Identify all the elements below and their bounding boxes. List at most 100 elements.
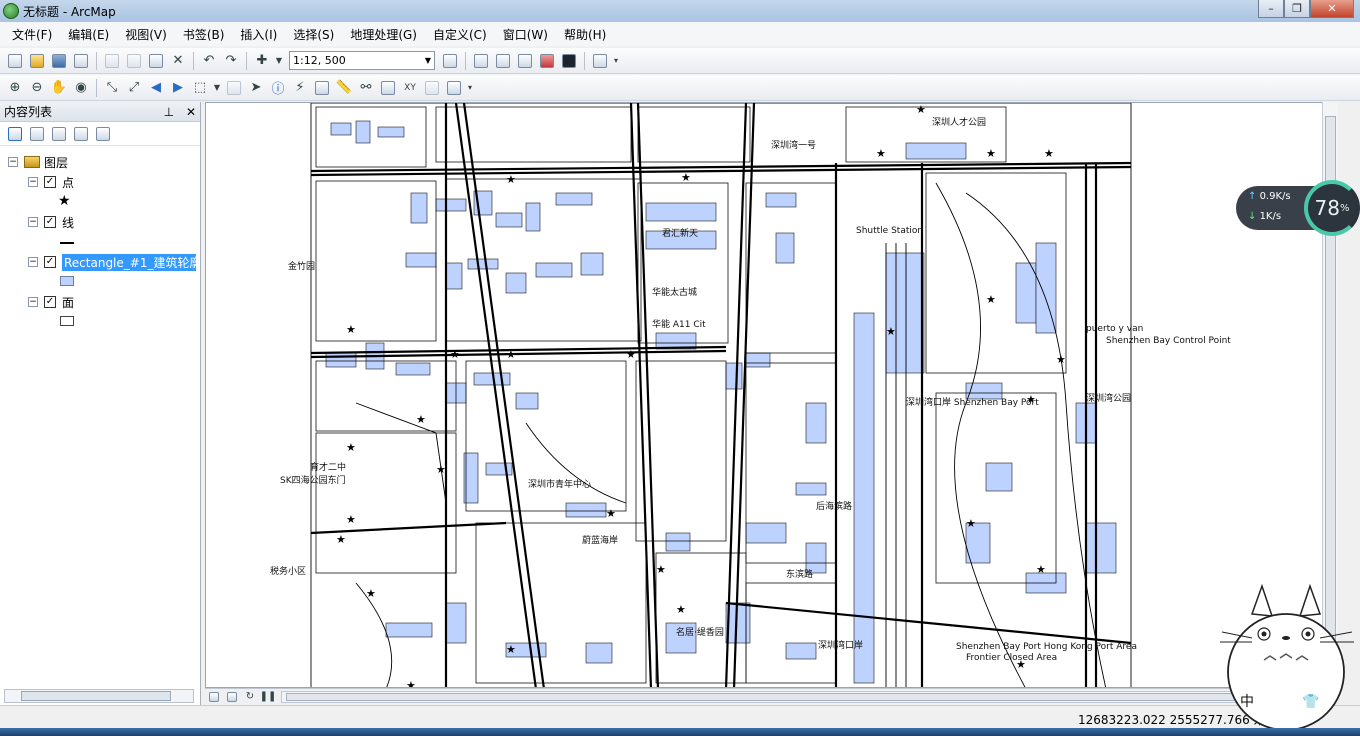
layout-view-icon[interactable]	[224, 690, 240, 704]
fixed-zoom-in-icon[interactable]: ⤡	[102, 78, 122, 98]
select-features-icon[interactable]: ⬚	[190, 78, 210, 98]
undo-icon[interactable]: ↶	[199, 51, 219, 71]
menu-edit[interactable]: 编辑(E)	[60, 26, 117, 43]
editor-toolbar-icon[interactable]	[440, 51, 460, 71]
print-icon[interactable]	[71, 51, 91, 71]
toolbar-overflow-icon[interactable]: ▾	[612, 51, 620, 71]
data-view-icon[interactable]	[206, 690, 222, 704]
layer-visibility-checkbox[interactable]: ✓	[44, 296, 56, 308]
map-label: 深圳市青年中心	[528, 478, 591, 490]
menu-bookmarks[interactable]: 书签(B)	[175, 26, 233, 43]
menu-view[interactable]: 视图(V)	[117, 26, 175, 43]
map-display[interactable]: ★ ★ ★ ★ ★ ★ ★ ★ ★ ★ ★ ★ ★ ★ ★ ★ ★ ★ ★ ★ ★ ★ ★ ★ ★ ★ ★ ★ 深圳人才公…	[205, 102, 1338, 688]
close-button[interactable]: ✕	[1310, 0, 1354, 18]
copy-icon[interactable]	[124, 51, 144, 71]
map-scale-combobox[interactable]: 1:12, 500 ▼	[289, 51, 435, 70]
map-footer: ↻ ❚❚	[205, 688, 1338, 704]
minimize-button[interactable]: –	[1258, 0, 1284, 18]
time-slider-icon[interactable]	[422, 78, 442, 98]
redo-icon[interactable]: ↷	[221, 51, 241, 71]
ime-language-label[interactable]: 中	[1240, 694, 1254, 710]
menu-help[interactable]: 帮助(H)	[556, 26, 614, 43]
select-elements-arrow-icon[interactable]: ➤	[246, 78, 266, 98]
list-by-source-icon[interactable]	[27, 124, 47, 144]
menu-customize[interactable]: 自定义(C)	[425, 26, 495, 43]
list-by-selection-icon[interactable]	[71, 124, 91, 144]
paste-icon[interactable]	[146, 51, 166, 71]
modelbuilder-icon[interactable]	[590, 51, 610, 71]
catalog-window-icon[interactable]	[493, 51, 513, 71]
full-extent-globe-icon[interactable]: ◉	[71, 78, 91, 98]
menu-windows[interactable]: 窗口(W)	[495, 26, 556, 43]
layer-visibility-checkbox[interactable]: ✓	[44, 176, 56, 188]
menu-insert[interactable]: 插入(I)	[232, 26, 285, 43]
title-bar: 无标题 - ArcMap – ❐ ✕	[0, 0, 1360, 22]
menu-geoprocessing[interactable]: 地理处理(G)	[342, 26, 425, 43]
close-icon[interactable]: ✕	[186, 105, 196, 119]
toc-horizontal-scrollbar[interactable]	[4, 689, 194, 703]
previous-extent-icon[interactable]: ◀	[146, 78, 166, 98]
menu-file[interactable]: 文件(F)	[4, 26, 60, 43]
layers-group-label: 图层	[44, 155, 69, 170]
fixed-zoom-out-icon[interactable]: ⤢	[124, 78, 144, 98]
pin-icon[interactable]: ⊥	[164, 105, 174, 119]
zoom-in-icon[interactable]: ⊕	[5, 78, 25, 98]
new-document-icon[interactable]	[5, 51, 25, 71]
ime-skin-icon[interactable]: 👕	[1302, 694, 1319, 710]
ime-mascot-widget[interactable]: 中 👕	[1212, 580, 1360, 731]
hyperlink-icon[interactable]: ⚡	[290, 78, 310, 98]
delete-icon[interactable]: ✕	[168, 51, 188, 71]
create-viewer-window-icon[interactable]	[444, 78, 464, 98]
collapse-icon[interactable]: −	[8, 157, 18, 167]
layer-visibility-checkbox[interactable]: ✓	[44, 256, 56, 268]
layer-visibility-checkbox[interactable]: ✓	[44, 216, 56, 228]
collapse-icon[interactable]: −	[28, 217, 38, 227]
table-of-contents-icon[interactable]	[471, 51, 491, 71]
add-data-icon[interactable]: ✚	[252, 51, 272, 71]
list-by-visibility-icon[interactable]	[49, 124, 69, 144]
layer-row-rectangle[interactable]: − ✓ Rectangle_#1_建筑轮廓1	[0, 252, 200, 272]
cut-icon[interactable]	[102, 51, 122, 71]
collapse-icon[interactable]: −	[28, 257, 38, 267]
next-extent-icon[interactable]: ▶	[168, 78, 188, 98]
toc-options-icon[interactable]	[93, 124, 113, 144]
measure-icon[interactable]: 📏	[334, 78, 354, 98]
find-route-icon[interactable]	[378, 78, 398, 98]
python-window-icon[interactable]	[559, 51, 579, 71]
scrollbar-thumb[interactable]	[286, 692, 1286, 701]
map-horizontal-scrollbar[interactable]	[281, 690, 1334, 703]
zoom-out-icon[interactable]: ⊖	[27, 78, 47, 98]
layer-row-polygon[interactable]: − ✓ 面	[0, 292, 200, 312]
save-icon[interactable]	[49, 51, 69, 71]
restore-button[interactable]: ❐	[1284, 0, 1310, 18]
pan-hand-icon[interactable]: ✋	[49, 78, 69, 98]
scrollbar-thumb[interactable]	[21, 691, 171, 701]
open-folder-icon[interactable]	[27, 51, 47, 71]
chevron-down-icon[interactable]: ▼	[212, 78, 222, 98]
layer-name-selected[interactable]: Rectangle_#1_建筑轮廓1	[62, 253, 196, 271]
arctoolbox-icon[interactable]	[537, 51, 557, 71]
status-bar: 12683223.022 2555277.766 米	[0, 705, 1360, 728]
chevron-down-icon[interactable]: ▼	[274, 51, 284, 71]
layers-group-row[interactable]: − 图层	[0, 152, 200, 172]
pause-drawing-icon[interactable]: ❚❚	[260, 690, 277, 704]
search-window-icon[interactable]	[515, 51, 535, 71]
chevron-down-icon[interactable]: ▼	[425, 56, 431, 65]
go-to-xy-icon[interactable]: XY	[400, 78, 420, 98]
refresh-icon[interactable]: ↻	[242, 690, 258, 704]
download-speed: ↓ 1K/s	[1248, 211, 1281, 222]
toolbar-overflow-icon[interactable]: ▾	[466, 78, 474, 98]
identify-icon[interactable]: ⓘ	[268, 78, 288, 98]
collapse-icon[interactable]: −	[28, 297, 38, 307]
map-canvas[interactable]: ★★ ★★ ★★★★ ★ ★★★ ★★★★ ★★★★ ★★★★ ★★★★ 深圳人才公…	[206, 103, 1338, 688]
network-speed-widget[interactable]: ↑ 0.9K/s ↓ 1K/s 78%	[1236, 180, 1360, 236]
layer-row-line[interactable]: − ✓ 线	[0, 212, 200, 232]
map-label: 华能太古城	[652, 286, 697, 298]
collapse-icon[interactable]: −	[28, 177, 38, 187]
layer-row-point[interactable]: − ✓ 点	[0, 172, 200, 192]
list-by-drawing-order-icon[interactable]	[5, 124, 25, 144]
clear-selection-icon[interactable]	[224, 78, 244, 98]
html-popup-icon[interactable]	[312, 78, 332, 98]
find-binoculars-icon[interactable]: ⚯	[356, 78, 376, 98]
menu-selection[interactable]: 选择(S)	[285, 26, 342, 43]
